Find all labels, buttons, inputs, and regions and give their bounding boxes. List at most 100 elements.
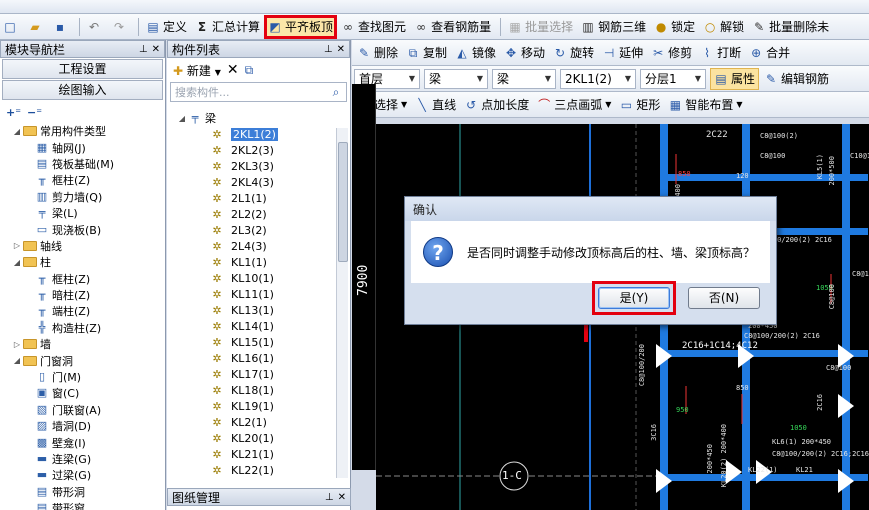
copy-component-icon[interactable]: ⧉ <box>245 63 254 78</box>
save-button[interactable]: ▪ <box>50 16 73 38</box>
rectangle-button[interactable]: ▭ 矩形 <box>616 94 663 116</box>
rotate-button[interactable]: ↻ 旋转 <box>550 42 597 64</box>
nav-folder[interactable]: ◢ 柱 <box>0 254 165 270</box>
component-list-item[interactable]: ✲ 2KL4(3) <box>167 174 335 190</box>
collapse-icon[interactable]: ◢ <box>12 356 22 365</box>
undo-button[interactable]: ↶ <box>84 16 107 38</box>
component-list-item[interactable]: ✲ KL2(1) <box>167 414 335 430</box>
nav-item[interactable]: ▦ 轴网(J) <box>0 139 165 155</box>
nav-item[interactable]: ▤ 筏板基础(M) <box>0 156 165 172</box>
component-list-item[interactable]: ✲ KL15(1) <box>167 334 335 350</box>
component-list-item[interactable]: ✲ 2L4(3) <box>167 238 335 254</box>
nav-item[interactable]: ╬ 构造柱(Z) <box>0 320 165 336</box>
break-button[interactable]: ⌇ 打断 <box>697 42 744 64</box>
close-icon[interactable]: ✕ <box>338 492 346 503</box>
component-list-item[interactable]: ✲ KL20(1) <box>167 430 335 446</box>
nav-folder[interactable]: ◢ 门窗洞 <box>0 352 165 368</box>
nav-item[interactable]: ▤ 带形窗 <box>0 500 165 510</box>
nav-item[interactable]: ▬ 连梁(G) <box>0 451 165 467</box>
point-length-button[interactable]: ↺ 点加长度 <box>461 94 532 116</box>
component-list-item[interactable]: ✲ 2L2(2) <box>167 206 335 222</box>
search-icon[interactable]: ⌕ <box>326 85 346 100</box>
component-list-item[interactable]: ✲ KL19(1) <box>167 398 335 414</box>
nav-item[interactable]: ╤ 梁(L) <box>0 205 165 221</box>
batch-select-button[interactable]: ▦ 批量选择 <box>505 16 576 38</box>
component-list-item[interactable]: ✲ 2KL2(3) <box>167 142 335 158</box>
nav-item[interactable]: ▩ 壁龛(I) <box>0 434 165 450</box>
nav-item[interactable]: ▭ 现浇板(B) <box>0 221 165 237</box>
category-select[interactable]: 梁 ▼ <box>424 68 488 89</box>
edit-rebar-button[interactable]: ✎ 编辑钢筋 <box>761 68 832 90</box>
component-list-item[interactable]: ✲ KL22(1) <box>167 462 335 478</box>
flush-top-button[interactable]: ◩ 平齐板顶 <box>264 14 338 39</box>
smart-layout-button[interactable]: ▦ 智能布置 ▼ <box>665 94 745 116</box>
nav-item[interactable]: ╥ 框柱(Z) <box>0 271 165 287</box>
collapse-icon[interactable]: ◢ <box>177 114 187 123</box>
nav-item[interactable]: ▧ 门联窗(A) <box>0 402 165 418</box>
subcategory-select[interactable]: 梁 ▼ <box>492 68 556 89</box>
nav-item[interactable]: ▣ 窗(C) <box>0 385 165 401</box>
pin-icon[interactable]: ⊥ <box>325 492 334 503</box>
three-point-arc-button[interactable]: ⌒ 三点画弧 ▼ <box>534 94 614 116</box>
layer-select[interactable]: 分层1 ▼ <box>640 68 706 89</box>
component-list-item[interactable]: ✲ KL16(1) <box>167 350 335 366</box>
expand-icon[interactable]: ▷ <box>12 340 22 349</box>
lock-button[interactable]: ● 锁定 <box>651 16 698 38</box>
define-button[interactable]: ▤ 定义 <box>143 16 190 38</box>
redo-button[interactable]: ↷ <box>109 16 132 38</box>
component-list-item[interactable]: ✲ KL18(1) <box>167 382 335 398</box>
expand-icon[interactable]: ▷ <box>12 241 22 250</box>
component-search-input[interactable]: 搜索构件... ⌕ <box>170 82 347 102</box>
nav-item[interactable]: ▨ 墙洞(D) <box>0 418 165 434</box>
extend-button[interactable]: ⊣ 延伸 <box>599 42 646 64</box>
pin-icon[interactable]: ⊥ <box>139 44 148 55</box>
pin-icon[interactable]: ⊥ <box>324 44 333 55</box>
nav-item[interactable]: ▬ 过梁(G) <box>0 467 165 483</box>
no-button[interactable]: 否(N) <box>688 287 760 309</box>
move-button[interactable]: ✥ 移动 <box>501 42 548 64</box>
expand-all-icon[interactable]: +⁼ <box>6 106 21 119</box>
component-list-item[interactable]: ✲ KL14(1) <box>167 318 335 334</box>
nav-item[interactable]: ╥ 端柱(Z) <box>0 303 165 319</box>
component-list-item[interactable]: ✲ 2KL1(2) <box>167 126 335 142</box>
delete-button[interactable]: ✎ 删除 <box>354 42 401 64</box>
project-settings-button[interactable]: 工程设置 <box>2 59 163 79</box>
close-icon[interactable]: ✕ <box>337 44 345 55</box>
open-file-button[interactable]: ▰ <box>25 16 48 38</box>
drawing-input-button[interactable]: 绘图输入 <box>2 80 163 100</box>
collapse-icon[interactable]: ◢ <box>12 258 22 267</box>
component-list-item[interactable]: ✲ 2L1(1) <box>167 190 335 206</box>
component-list-scrollbar[interactable] <box>336 128 348 478</box>
component-list-item[interactable]: ✲ KL21(1) <box>167 446 335 462</box>
collapse-all-icon[interactable]: −⁼ <box>27 106 42 119</box>
sum-calc-button[interactable]: Σ 汇总计算 <box>192 16 263 38</box>
component-list-item[interactable]: ✲ KL13(1) <box>167 302 335 318</box>
merge-button[interactable]: ⊕ 合并 <box>746 42 793 64</box>
rebar-3d-button[interactable]: ▥ 钢筋三维 <box>578 16 649 38</box>
component-group-beam[interactable]: ◢ ╤ 梁 <box>177 110 216 126</box>
close-icon[interactable]: ✕ <box>152 44 160 55</box>
nav-folder[interactable]: ◢ 常用构件类型 <box>0 123 165 139</box>
nav-folder[interactable]: ▷ 墙 <box>0 336 165 352</box>
nav-item[interactable]: ╥ 暗柱(Z) <box>0 287 165 303</box>
component-list-item[interactable]: ✲ KL11(1) <box>167 286 335 302</box>
line-button[interactable]: ╲ 直线 <box>412 94 459 116</box>
mirror-button[interactable]: ◭ 镜像 <box>452 42 499 64</box>
nav-item[interactable]: ▥ 剪力墙(Q) <box>0 189 165 205</box>
collapse-icon[interactable]: ◢ <box>12 127 22 136</box>
component-list-item[interactable]: ✲ 2KL3(3) <box>167 158 335 174</box>
delete-component-icon[interactable]: ✕ <box>227 62 239 78</box>
scrollbar-thumb[interactable] <box>338 142 348 262</box>
component-list-item[interactable]: ✲ KL17(1) <box>167 366 335 382</box>
new-file-button[interactable]: □ <box>0 16 23 38</box>
yes-button[interactable]: 是(Y) <box>598 287 670 309</box>
component-list-item[interactable]: ✲ KL1(1) <box>167 254 335 270</box>
view-rebar-button[interactable]: ∞ 查看钢筋量 <box>411 16 494 38</box>
component-list-item[interactable]: ✲ KL10(1) <box>167 270 335 286</box>
nav-item[interactable]: ╥ 框柱(Z) <box>0 172 165 188</box>
component-list-item[interactable]: ✲ 2L3(2) <box>167 222 335 238</box>
trim-button[interactable]: ✂ 修剪 <box>648 42 695 64</box>
properties-button[interactable]: ▤ 属性 <box>710 67 760 90</box>
unlock-button[interactable]: ○ 解锁 <box>700 16 747 38</box>
new-component-button[interactable]: ✚ 新建 ▼ <box>173 62 221 79</box>
